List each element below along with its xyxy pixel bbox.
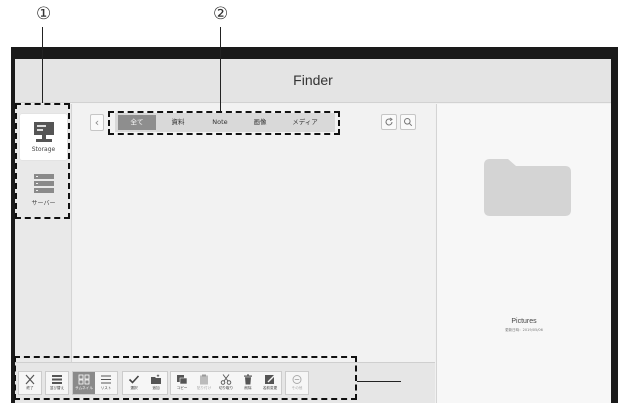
title-bar: Finder (15, 59, 611, 103)
chevron-left-icon: ‹ (94, 116, 100, 129)
preview-modified-date: 更新日時：2019/05/06 (505, 328, 543, 332)
file-browser: ‹ 全て 資料 Note 画像 メディア (73, 104, 435, 362)
back-button[interactable]: ‹ (90, 114, 104, 131)
callout-1-box (15, 103, 70, 219)
callout-1: ① (36, 4, 52, 24)
refresh-icon (385, 117, 393, 126)
preview-pane: Pictures 更新日時：2019/05/06 (436, 104, 611, 403)
callout-2-line (220, 27, 221, 111)
callout-3-line (357, 381, 401, 382)
refresh-button[interactable] (381, 114, 397, 130)
callout-3-box (14, 356, 357, 400)
preview-file-name: Pictures (511, 318, 537, 325)
folder-icon[interactable] (484, 159, 571, 216)
search-button[interactable] (400, 114, 416, 130)
window-title: Finder (293, 72, 333, 88)
callout-2-box (108, 111, 340, 135)
callout-2: ② (213, 4, 229, 24)
search-icon (404, 118, 413, 127)
callout-1-line (42, 27, 43, 103)
